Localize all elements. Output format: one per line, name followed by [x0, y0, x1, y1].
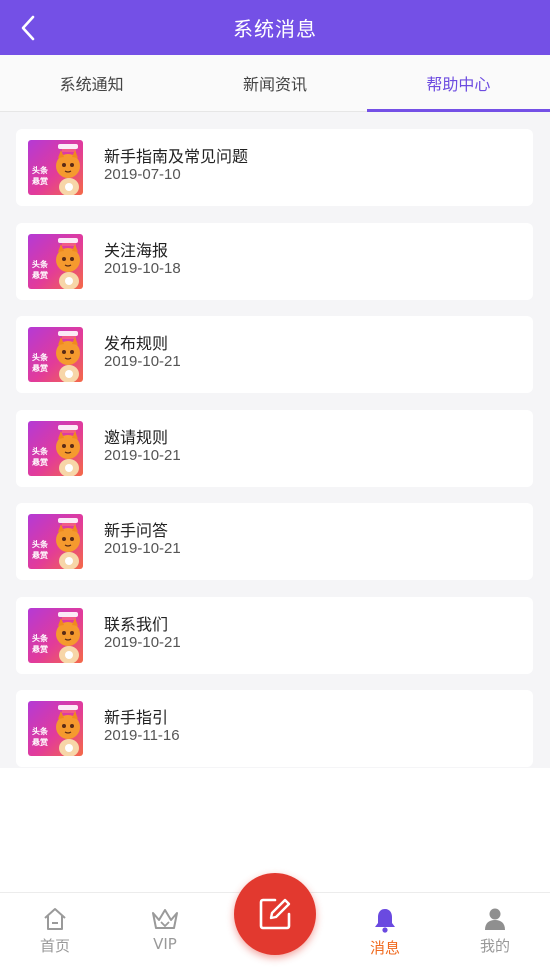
- thumbnail-image: 头条 悬赏: [28, 140, 83, 195]
- tab-bar: 系统通知 新闻资讯 帮助中心: [0, 55, 550, 112]
- list-item[interactable]: 头条 悬赏 发布规则 2019-10-21: [16, 316, 533, 393]
- thumbnail-text-2: 悬赏: [31, 363, 48, 373]
- nav-mine-label: 我的: [479, 937, 510, 955]
- toutiao-reward-logo-icon: 头条 悬赏: [28, 327, 83, 382]
- item-date: 2019-10-21: [104, 447, 181, 464]
- user-icon: [485, 908, 505, 930]
- list-item[interactable]: 头条 悬赏 关注海报 2019-10-18: [16, 223, 533, 300]
- nav-messages-label: 消息: [369, 939, 400, 957]
- thumbnail-text-2: 悬赏: [31, 270, 48, 280]
- thumbnail-image: 头条 悬赏: [28, 608, 83, 663]
- toutiao-reward-logo-icon: 头条 悬赏: [28, 234, 83, 289]
- list-item[interactable]: 头条 悬赏 联系我们 2019-10-21: [16, 597, 533, 674]
- thumbnail-text-1: 头条: [32, 165, 49, 175]
- page-title: 系统消息: [233, 17, 317, 41]
- item-title: 联系我们: [104, 615, 169, 634]
- app-header: 系统消息: [0, 0, 550, 55]
- thumbnail-text-1: 头条: [32, 633, 49, 643]
- thumbnail-text-2: 悬赏: [31, 176, 48, 186]
- thumbnail-text-2: 悬赏: [31, 457, 48, 467]
- thumbnail-image: 头条 悬赏: [28, 421, 83, 476]
- item-title: 邀请规则: [104, 428, 169, 447]
- item-title: 新手问答: [104, 521, 169, 540]
- nav-messages[interactable]: 消息: [330, 893, 440, 968]
- nav-vip[interactable]: VIP: [110, 893, 220, 968]
- list-item[interactable]: 头条 悬赏 邀请规则 2019-10-21: [16, 410, 533, 487]
- edit-icon: [259, 898, 291, 930]
- home-icon: [44, 908, 66, 930]
- list-item[interactable]: 头条 悬赏 新手指引 2019-11-16: [16, 690, 533, 767]
- nav-home-label: 首页: [39, 937, 70, 955]
- thumbnail-text-1: 头条: [32, 726, 49, 736]
- message-list: 头条 悬赏 新手指南及常见问题 2019-07-10 头条 悬赏 关注海报 20…: [0, 112, 550, 768]
- thumbnail-text-1: 头条: [32, 259, 49, 269]
- tab-news[interactable]: 新闻资讯: [183, 55, 366, 111]
- list-item[interactable]: 头条 悬赏 新手指南及常见问题 2019-07-10: [16, 129, 533, 206]
- crown-icon: [152, 909, 178, 929]
- item-title: 发布规则: [104, 334, 169, 353]
- toutiao-reward-logo-icon: 头条 悬赏: [28, 701, 83, 756]
- thumbnail-text-2: 悬赏: [31, 737, 48, 747]
- thumbnail-text-1: 头条: [32, 539, 49, 549]
- item-title: 关注海报: [104, 241, 169, 260]
- item-date: 2019-10-21: [104, 540, 181, 557]
- item-date: 2019-11-16: [104, 727, 180, 744]
- thumbnail-text-1: 头条: [32, 352, 49, 362]
- item-title: 新手指引: [104, 708, 169, 727]
- thumbnail-text-2: 悬赏: [31, 550, 48, 560]
- tab-system-notice[interactable]: 系统通知: [0, 55, 183, 111]
- toutiao-reward-logo-icon: 头条 悬赏: [28, 421, 83, 476]
- publish-button[interactable]: [234, 873, 316, 955]
- thumbnail-image: 头条 悬赏: [28, 327, 83, 382]
- toutiao-reward-logo-icon: 头条 悬赏: [28, 140, 83, 195]
- item-date: 2019-10-18: [104, 260, 181, 277]
- thumbnail-image: 头条 悬赏: [28, 234, 83, 289]
- toutiao-reward-logo-icon: 头条 悬赏: [28, 608, 83, 663]
- nav-mine[interactable]: 我的: [440, 893, 550, 968]
- nav-home[interactable]: 首页: [0, 893, 110, 968]
- thumbnail-text-2: 悬赏: [31, 644, 48, 654]
- back-button[interactable]: [14, 14, 42, 42]
- list-item[interactable]: 头条 悬赏 新手问答 2019-10-21: [16, 503, 533, 580]
- item-title: 新手指南及常见问题: [104, 147, 249, 166]
- item-date: 2019-07-10: [104, 166, 181, 183]
- item-date: 2019-10-21: [104, 634, 181, 651]
- thumbnail-image: 头条 悬赏: [28, 701, 83, 756]
- thumbnail-image: 头条 悬赏: [28, 514, 83, 569]
- toutiao-reward-logo-icon: 头条 悬赏: [28, 514, 83, 569]
- bell-icon: [375, 909, 395, 933]
- thumbnail-text-1: 头条: [32, 446, 49, 456]
- tab-help-center[interactable]: 帮助中心: [366, 55, 550, 112]
- item-date: 2019-10-21: [104, 353, 181, 370]
- nav-vip-label: VIP: [153, 935, 177, 953]
- chevron-left-icon: [21, 15, 35, 41]
